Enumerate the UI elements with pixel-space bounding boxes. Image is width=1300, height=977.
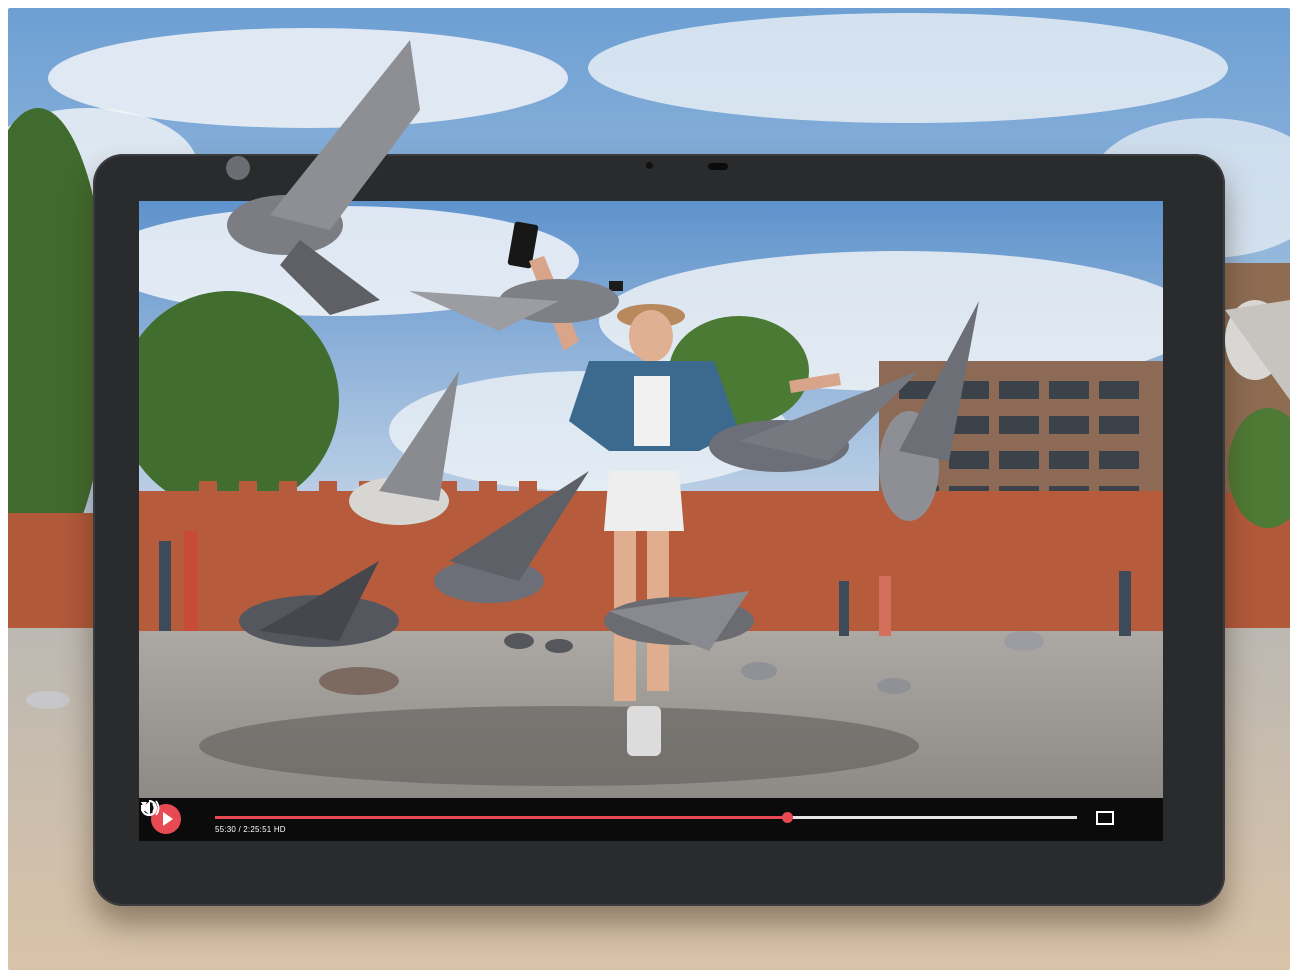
time-label: 55:30 / 2:25:51 (215, 825, 272, 834)
quality-label: HD (273, 825, 286, 834)
video-player[interactable]: 55:30 / 2:25:51 HD (139, 201, 1163, 841)
player-controls: 55:30 / 2:25:51 HD (139, 798, 1163, 841)
progress-fill (215, 816, 787, 819)
time-readout: 55:30 / 2:25:51 HD (215, 825, 286, 834)
light-sensor (708, 163, 728, 170)
fullscreen-icon[interactable] (1096, 811, 1114, 825)
progress-handle[interactable] (781, 812, 793, 823)
volume-icon[interactable] (139, 798, 161, 818)
progress-track[interactable] (215, 812, 1077, 823)
front-camera (646, 162, 653, 169)
video-frame (139, 201, 1163, 798)
